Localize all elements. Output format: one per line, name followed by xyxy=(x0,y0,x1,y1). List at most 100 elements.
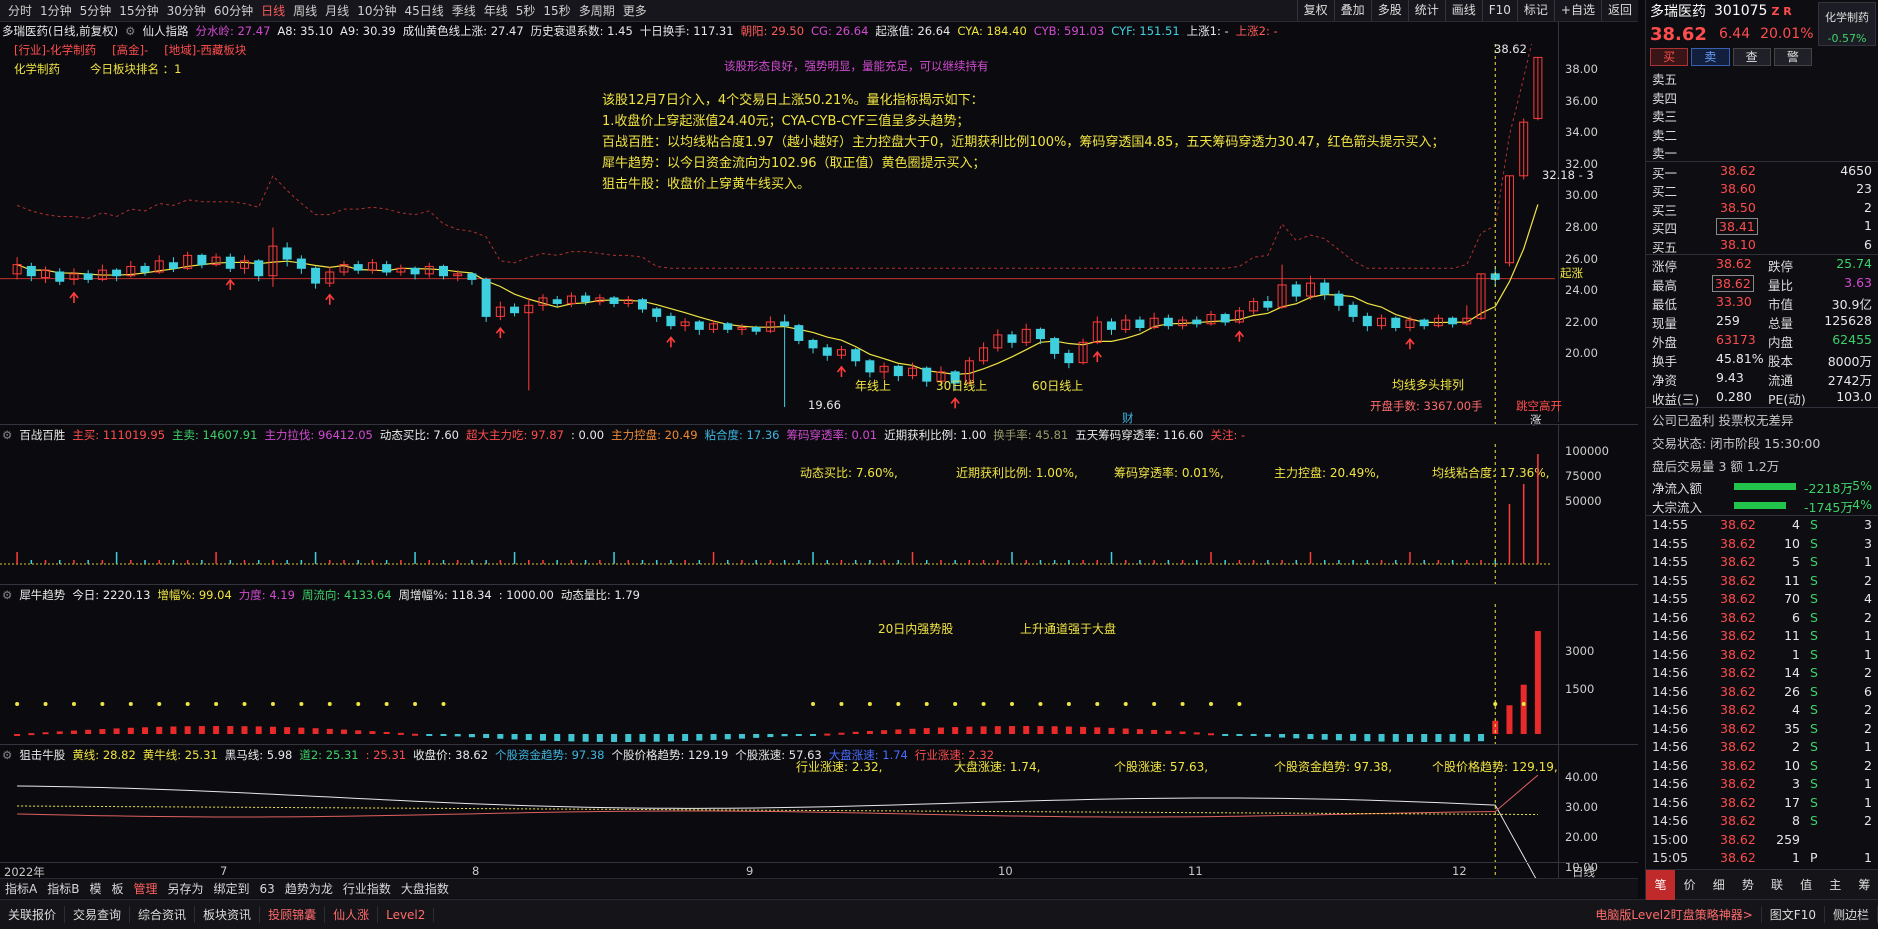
bid-price: 38.50 xyxy=(1720,199,1756,215)
stat-cell: 市值 xyxy=(1768,297,1794,312)
tool-button-3[interactable]: 统计 xyxy=(1407,0,1445,21)
indicator-tab-0[interactable]: 指标A xyxy=(0,880,42,897)
timeframe-16[interactable]: 更多 xyxy=(619,2,651,19)
function-right-tab-1[interactable]: 图文F10 xyxy=(1762,906,1825,923)
value-11: 五天筹码穿透率: 116.60 xyxy=(1075,428,1204,442)
timeframe-3[interactable]: 15分钟 xyxy=(115,2,162,19)
function-tab-3[interactable]: 板块资讯 xyxy=(195,906,261,923)
indicator-tab-6[interactable]: 绑定到 xyxy=(209,880,255,897)
trade-button-3[interactable]: 警 xyxy=(1773,48,1812,66)
candle-body xyxy=(1135,319,1145,329)
function-tab-1[interactable]: 交易查询 xyxy=(65,906,131,923)
bid-price: 38.60 xyxy=(1720,181,1756,196)
axis-tick: 100000 xyxy=(1565,444,1609,458)
trade-button-2[interactable]: 查 xyxy=(1732,48,1771,66)
timeframe-10[interactable]: 45日线 xyxy=(400,2,447,19)
function-tab-0[interactable]: 关联报价 xyxy=(0,906,66,923)
quote-tab-0[interactable]: 笔 xyxy=(1646,869,1676,900)
trend-bar xyxy=(184,726,191,734)
quote-tab-5[interactable]: 值 xyxy=(1792,876,1821,893)
function-tab-4[interactable]: 投顾锦囊 xyxy=(260,906,326,923)
trend-bar xyxy=(525,734,532,741)
tool-button-0[interactable]: 复权 xyxy=(1296,0,1334,21)
gear-icon[interactable]: ⚙ xyxy=(2,588,12,602)
candle-body xyxy=(1007,334,1017,343)
chart-area: 多瑞医药(日线,前复权) ⚙ 仙人指路 分水岭: 27.47 A8: 35.10 A… xyxy=(0,22,1638,886)
quote-tab-2[interactable]: 细 xyxy=(1704,876,1733,893)
candle xyxy=(410,266,420,280)
timeframe-2[interactable]: 5分钟 xyxy=(76,2,116,19)
function-right-tab-0[interactable]: 电脑版Level2盯盘策略神器> xyxy=(1587,906,1762,923)
indicator-tab-7[interactable]: 63 xyxy=(255,882,280,896)
indicator-tab-10[interactable]: 大盘指数 xyxy=(396,880,454,897)
last-price: 38.62 xyxy=(1650,23,1707,45)
tool-button-8[interactable]: 返回 xyxy=(1600,0,1638,21)
gear-icon[interactable]: ⚙ xyxy=(2,748,12,762)
sector-index-box[interactable]: 化学制药 -0.57% xyxy=(1818,2,1876,46)
gear-icon[interactable]: ⚙ xyxy=(2,428,12,442)
trend-bar xyxy=(412,733,419,736)
timeframe-12[interactable]: 年线 xyxy=(480,2,512,19)
tick-time: 14:55 xyxy=(1652,591,1689,606)
quote-tab-4[interactable]: 联 xyxy=(1763,876,1792,893)
timeframe-15[interactable]: 多周期 xyxy=(575,2,619,19)
indicator-name[interactable]: 仙人指路 xyxy=(142,23,188,39)
timeframe-5[interactable]: 60分钟 xyxy=(210,2,257,19)
tool-button-2[interactable]: 多股 xyxy=(1370,0,1408,21)
candle xyxy=(1220,312,1230,326)
indicator-tab-9[interactable]: 行业指数 xyxy=(338,880,396,897)
function-tab-5[interactable]: 仙人涨 xyxy=(325,906,379,923)
function-tab-6[interactable]: Level2 xyxy=(378,907,435,922)
trend-bar xyxy=(397,732,404,735)
quote-tab-1[interactable]: 价 xyxy=(1675,876,1704,893)
function-right-tab-2[interactable]: 侧边栏 xyxy=(1825,906,1878,923)
panel2-chart[interactable] xyxy=(0,444,1558,584)
timeframe-1[interactable]: 1分钟 xyxy=(36,2,76,19)
tool-button-5[interactable]: F10 xyxy=(1481,0,1517,21)
indicator-tab-3[interactable]: 板 xyxy=(106,880,128,897)
quote-tab-6[interactable]: 主 xyxy=(1821,876,1850,893)
timeframe-7[interactable]: 周线 xyxy=(289,2,321,19)
trend-bar xyxy=(198,726,205,734)
tool-button-1[interactable]: 叠加 xyxy=(1333,0,1371,21)
timeframe-8[interactable]: 月线 xyxy=(321,2,353,19)
candle xyxy=(609,296,619,308)
panel3-chart[interactable] xyxy=(0,604,1558,744)
timeframe-0[interactable]: 分时 xyxy=(4,2,36,19)
trade-button-1[interactable]: 卖 xyxy=(1691,48,1730,66)
quote-tab-3[interactable]: 势 xyxy=(1733,876,1762,893)
panel4-title[interactable]: 狙击牛股 xyxy=(19,747,65,763)
candlestick-chart[interactable] xyxy=(0,44,1558,434)
timeframe-6[interactable]: 日线 xyxy=(257,2,289,19)
chart-title[interactable]: 多瑞医药(日线,前复权) xyxy=(2,23,118,39)
gear-icon[interactable]: ⚙ xyxy=(125,24,135,38)
indicator-tab-5[interactable]: 另存为 xyxy=(163,880,209,897)
trade-button-0[interactable]: 买 xyxy=(1650,48,1689,66)
timeframe-4[interactable]: 30分钟 xyxy=(163,2,210,19)
timeframe-13[interactable]: 5秒 xyxy=(512,2,540,19)
candle xyxy=(1362,312,1372,332)
trend-bar xyxy=(639,734,646,742)
tool-button-4[interactable]: 画线 xyxy=(1444,0,1482,21)
tool-button-6[interactable]: 标记 xyxy=(1516,0,1554,21)
indicator-tab-2[interactable]: 模 xyxy=(84,880,106,897)
stat-cell: 62455 xyxy=(1832,332,1872,347)
function-tab-2[interactable]: 综合资讯 xyxy=(130,906,196,923)
trend-bar xyxy=(852,731,859,734)
panel3-title[interactable]: 犀牛趋势 xyxy=(19,587,65,603)
quote-tab-7[interactable]: 筹 xyxy=(1850,876,1878,893)
value-4: : 25.31 xyxy=(365,748,407,762)
panel2-title[interactable]: 百战百胜 xyxy=(19,427,65,443)
timeframe-9[interactable]: 10分钟 xyxy=(353,2,400,19)
indicator-tab-1[interactable]: 指标B xyxy=(42,880,84,897)
timeframe-11[interactable]: 季线 xyxy=(448,2,480,19)
candle xyxy=(637,297,647,313)
signal-dot xyxy=(128,702,133,706)
candle-body xyxy=(1419,319,1429,327)
indicator-tab-4[interactable]: 管理 xyxy=(128,880,162,897)
tool-button-7[interactable]: +自选 xyxy=(1553,0,1601,21)
indicator-tab-8[interactable]: 趋势为龙 xyxy=(280,880,338,897)
candle-body xyxy=(168,262,178,269)
candle xyxy=(723,321,733,334)
timeframe-14[interactable]: 15秒 xyxy=(539,2,574,19)
